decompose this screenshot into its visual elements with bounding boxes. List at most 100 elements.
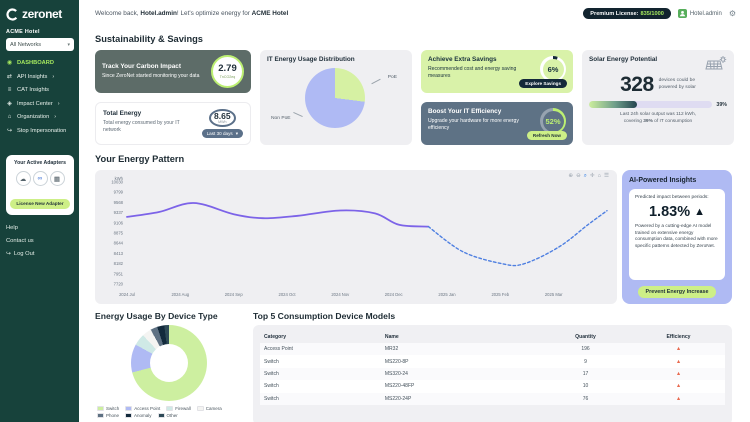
svg-text:2025 Jan: 2025 Jan (438, 292, 456, 297)
logo-text: zeronet (22, 7, 62, 21)
dashboard-content: Sustainability & Savings Track Your Carb… (79, 27, 750, 422)
period-dropdown[interactable]: Last 30 days ▾ (202, 129, 243, 138)
column-header-category: Category (260, 331, 381, 343)
zoom-out-icon[interactable]: ⊖ (576, 174, 581, 180)
cell-category: Switch (260, 380, 381, 392)
cell-quantity: 9 (539, 355, 632, 367)
prevent-energy-increase-button[interactable]: Prevent Energy Increase (638, 286, 717, 298)
table-row[interactable]: SwitchMS220-48FP10▲ (260, 380, 725, 392)
extra-savings-value: 6% (548, 65, 559, 74)
cat-insights-icon: ≡ (6, 87, 13, 93)
cloud-adapter-icon[interactable]: ☁ (16, 171, 31, 186)
svg-text:7720: 7720 (114, 282, 124, 287)
top5-table: CategoryNameQuantityEfficiency Access Po… (260, 331, 725, 405)
svg-text:2024 Aug: 2024 Aug (171, 292, 189, 297)
device-type-legend: Switch Access Point Firewall Camera Phone Ano… (95, 406, 243, 418)
sidebar-item-stop-impersonation[interactable]: ↪Stop Impersonation (6, 127, 74, 134)
boost-title: Boost Your IT Efficiency (428, 108, 536, 115)
refresh-now-button[interactable]: Refresh Now (527, 131, 567, 140)
legend-item-firewall[interactable]: Firewall (166, 406, 191, 411)
legend-item-anomaly[interactable]: Anomaly (125, 413, 152, 418)
zeronet-logo[interactable]: zeronet (6, 7, 74, 21)
adapters-title: Your Active Adapters (10, 160, 70, 166)
stop-impersonation-icon: ↪ (6, 127, 13, 134)
pie-label-poe: PoE (388, 75, 397, 80)
solar-progress-fill (589, 101, 637, 108)
legend-item-access-point[interactable]: Access Point (125, 406, 160, 411)
organization-icon: ⌂ (6, 114, 13, 120)
table-row[interactable]: SwitchMS320-2417▲ (260, 368, 725, 380)
top5-table-card: CategoryNameQuantityEfficiency Access Po… (253, 325, 732, 422)
svg-text:8875: 8875 (114, 231, 124, 236)
welcome-username: Hotel.admin (140, 10, 177, 17)
settings-gear-icon[interactable]: ⚙ (729, 9, 736, 18)
legend-swatch (166, 406, 173, 411)
warning-triangle-icon: ▲ (632, 355, 725, 367)
pie-connector (293, 112, 303, 117)
home-icon[interactable]: ⌂ (598, 174, 601, 180)
svg-text:9106: 9106 (114, 220, 124, 225)
cell-quantity: 196 (539, 343, 632, 355)
cell-category: Access Point (260, 343, 381, 355)
sidebar-link-contact-us[interactable]: Contact us (6, 238, 74, 244)
pan-icon[interactable]: ✛ (590, 174, 595, 180)
device-type-section: Energy Usage By Device Type SwitchAccess… (95, 311, 243, 422)
column-header-quantity: Quantity (539, 331, 632, 343)
table-row[interactable]: SwitchMS220-8P9▲ (260, 355, 725, 367)
topbar: Welcome back, Hotel.admin! Let's optimiz… (79, 0, 750, 27)
cell-name: MS320-24 (381, 368, 539, 380)
sidebar-item-impact-center[interactable]: ◈Impact Center› (6, 100, 74, 107)
carbon-impact-card: Track Your Carbon Impact Since ZeroNet s… (95, 50, 251, 93)
legend-item-phone[interactable]: Phone (97, 413, 119, 418)
sidebar-item-api-insights[interactable]: ⇄API Insights› (6, 73, 74, 80)
zoom-in-icon[interactable]: ⊕ (568, 174, 573, 180)
poe-pie-chart[interactable] (305, 68, 365, 128)
table-row[interactable]: Access PointMR32196▲ (260, 343, 725, 355)
table-row[interactable]: SwitchMS220-24P76▲ (260, 393, 725, 405)
total-energy-card: Total Energy Total energy consumed by yo… (95, 102, 251, 145)
adapter-icons: ☁∞▦ (10, 171, 70, 186)
meraki-adapter-icon[interactable]: ∞ (33, 171, 48, 186)
section-title: Sustainability & Savings (95, 34, 732, 44)
extra-savings-subtitle: Recommended cost and energy saving measu… (428, 66, 536, 79)
device-type-donut-chart[interactable] (131, 325, 207, 401)
sidebar-nav: ◉DASHBOARD ⇄API Insights› ≡CAT Insights ◈Im… (6, 59, 74, 141)
account-menu[interactable]: Hotel.admin (678, 9, 722, 18)
legend-swatch (158, 413, 165, 418)
legend-swatch (125, 406, 132, 411)
solar-panel-icon (705, 56, 727, 71)
sidebar-item-organization[interactable]: ⌂Organization› (6, 114, 74, 120)
sidebar-item-dashboard[interactable]: ◉DASHBOARD (6, 59, 74, 66)
cell-category: Switch (260, 368, 381, 380)
svg-text:7951: 7951 (114, 271, 124, 276)
sidebar-links: Help Contact us ↪Log Out (6, 225, 74, 264)
pie-label-nonpoe: Non PoE (271, 116, 291, 121)
network-select-value: All Networks (10, 42, 41, 48)
license-new-adapter-button[interactable]: License New Adapter (10, 199, 70, 209)
api-insights-icon: ⇄ (6, 73, 13, 80)
legend-item-switch[interactable]: Switch (97, 406, 119, 411)
sidebar-item-cat-insights[interactable]: ≡CAT Insights (6, 87, 74, 93)
ai-description: Powered by a cutting-edge AI model train… (635, 224, 719, 251)
zoom-select-icon[interactable]: ⌕ (584, 174, 587, 180)
solar-progress-track (589, 101, 712, 108)
ai-insights-panel: AI-Powered Insights Predicted impact bet… (622, 170, 732, 304)
ai-prediction-card: Predicted impact between periods: 1.83% … (629, 189, 725, 280)
legend-item-other[interactable]: Other (158, 413, 178, 418)
warning-triangle-icon: ▲ (632, 380, 725, 392)
svg-text:9799: 9799 (114, 190, 124, 195)
legend-item-camera[interactable]: Camera (197, 406, 222, 411)
energy-pattern-title: Your Energy Pattern (95, 154, 732, 164)
menu-icon[interactable]: ☰ (604, 174, 609, 180)
ai-prediction-label: Predicted impact between periods: (635, 195, 719, 200)
energy-pattern-line-chart[interactable]: kWh1003097999568933791068875864484138182… (99, 173, 613, 299)
explore-savings-button[interactable]: Explore Savings (519, 79, 567, 88)
svg-text:10030: 10030 (111, 180, 123, 185)
svg-text:9337: 9337 (114, 210, 124, 215)
network-select[interactable]: All Networks ▾ (6, 38, 74, 51)
legend-swatch (197, 406, 204, 411)
active-adapters-card: Your Active Adapters ☁∞▦ License New Ada… (6, 155, 74, 215)
sidebar-link-help[interactable]: Help (6, 225, 74, 231)
building-adapter-icon[interactable]: ▦ (50, 171, 65, 186)
sidebar-link-log-out[interactable]: ↪Log Out (6, 251, 74, 257)
